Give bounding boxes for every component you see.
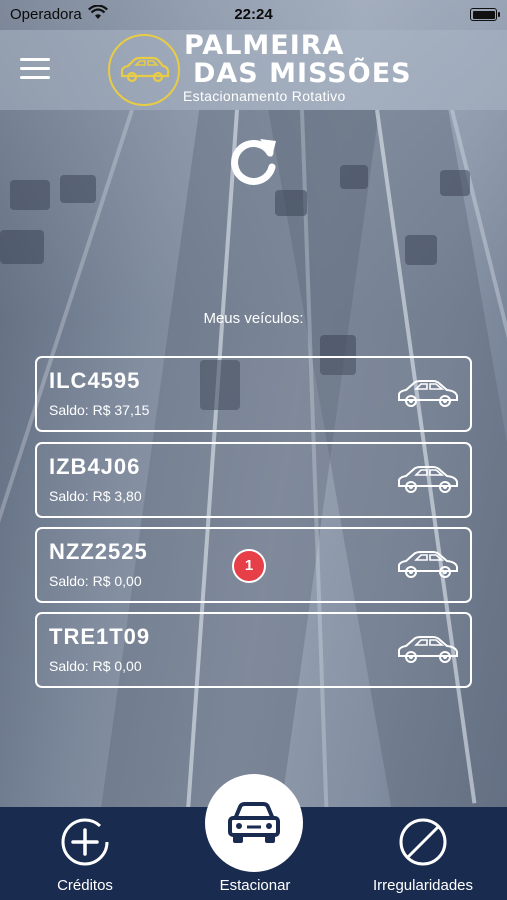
car-front-icon [228,802,280,843]
refresh-icon[interactable] [226,133,282,189]
car-icon [396,462,460,501]
add-credit-icon [61,818,109,866]
car-icon [396,632,460,671]
vehicle-balance: Saldo: R$ 0,00 [49,573,142,589]
notification-badge[interactable]: 1 [232,549,266,583]
status-bar: Operadora 22:24 [0,0,507,30]
brand-title-line2: DAS MISSÕES [193,58,412,89]
logo-car-icon [120,56,170,83]
vehicle-balance: Saldo: R$ 3,80 [49,488,142,504]
brand-subtitle: Estacionamento Rotativo [183,88,346,104]
car-icon [396,376,460,415]
tab-park-label: Estacionar [219,877,291,894]
prohibited-icon [399,818,447,866]
car-icon [396,547,460,586]
tab-credits[interactable]: Créditos [20,807,150,900]
vehicle-plate: IZB4J06 [49,454,141,479]
vehicle-card[interactable]: ILC4595 Saldo: R$ 37,15 [35,356,472,432]
vehicle-plate: TRE1T09 [49,624,151,649]
vehicle-balance: Saldo: R$ 0,00 [49,658,142,674]
logo [108,34,180,106]
vehicle-card[interactable]: TRE1T09 Saldo: R$ 0,00 [35,612,472,688]
brand-title-line1: PALMEIRA [184,30,345,61]
vehicles-title: Meus veículos: [203,310,304,327]
menu-icon[interactable] [20,58,50,80]
vehicle-balance: Saldo: R$ 37,15 [49,402,150,418]
vehicle-plate: ILC4595 [49,368,141,393]
tab-irregularities[interactable]: Irregularidades [358,807,488,900]
battery-icon [470,8,500,21]
clock: 22:24 [234,6,273,23]
park-button[interactable] [205,774,303,872]
app-header: PALMEIRA DAS MISSÕES Estacionamento Rota… [0,30,507,110]
vehicle-plate: NZZ2525 [49,539,148,564]
vehicle-card[interactable]: IZB4J06 Saldo: R$ 3,80 [35,442,472,518]
tab-irregularities-label: Irregularidades [372,877,474,894]
tab-credits-label: Créditos [57,877,113,894]
vehicle-card[interactable]: NZZ2525 Saldo: R$ 0,00 1 [35,527,472,603]
